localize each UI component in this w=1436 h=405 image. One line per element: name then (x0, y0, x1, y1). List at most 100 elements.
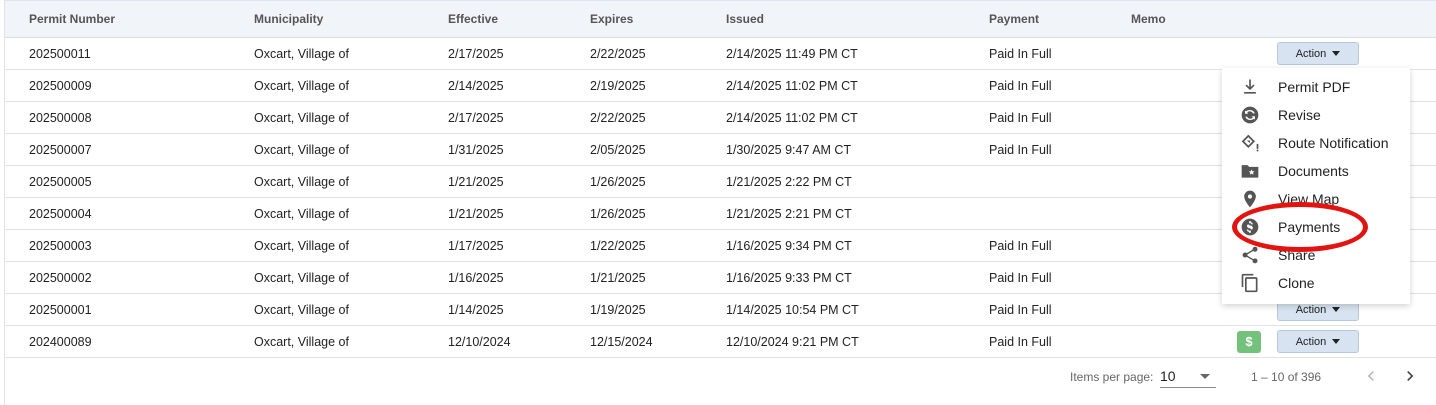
caret-down-icon (1332, 51, 1341, 56)
menu-item-label: Share (1278, 247, 1316, 263)
cell-municipality: Oxcart, Village of (230, 101, 424, 134)
payment-badge-icon[interactable]: $ (1237, 330, 1261, 353)
cell-permit-number: 202500002 (5, 261, 230, 294)
menu-item-revise[interactable]: Revise (1222, 101, 1410, 129)
menu-item-route-notification[interactable]: Route Notification (1222, 129, 1410, 157)
cell-municipality: Oxcart, Village of (230, 261, 424, 294)
cell-expires: 12/15/2024 (566, 325, 702, 358)
cell-expires: 1/22/2025 (566, 229, 702, 262)
header-permit-number[interactable]: Permit Number (5, 0, 230, 38)
cell-issued: 1/30/2025 9:47 AM CT (702, 133, 965, 166)
cell-municipality: Oxcart, Village of (230, 229, 424, 262)
cell-status-icon (1217, 37, 1277, 70)
cell-effective: 2/17/2025 (424, 37, 566, 70)
cell-issued: 12/10/2024 9:21 PM CT (702, 325, 965, 358)
action-button[interactable]: Action (1277, 330, 1359, 353)
cell-expires: 2/22/2025 (566, 101, 702, 134)
share-icon (1240, 245, 1260, 265)
cell-municipality: Oxcart, Village of (230, 165, 424, 198)
chevron-left-icon (1367, 371, 1374, 381)
menu-item-clone[interactable]: Clone (1222, 269, 1410, 297)
menu-item-documents[interactable]: Documents (1222, 157, 1410, 185)
cell-effective: 1/31/2025 (424, 133, 566, 166)
cell-expires: 1/26/2025 (566, 197, 702, 230)
cell-permit-number: 202500003 (5, 229, 230, 262)
chevron-right-icon (1407, 371, 1414, 381)
cell-effective: 1/21/2025 (424, 197, 566, 230)
cell-issued: 1/14/2025 10:54 PM CT (702, 293, 965, 326)
cell-payment: Paid In Full (965, 101, 1107, 134)
cell-memo (1107, 197, 1217, 230)
header-action-col (1277, 0, 1436, 38)
cell-expires: 2/05/2025 (566, 133, 702, 166)
cell-expires: 1/19/2025 (566, 293, 702, 326)
action-button-label: Action (1295, 303, 1327, 316)
cell-effective: 2/14/2025 (424, 69, 566, 102)
page-size-value: 10 (1160, 368, 1176, 384)
cell-municipality: Oxcart, Village of (230, 37, 424, 70)
cell-payment (965, 197, 1107, 230)
header-expires[interactable]: Expires (566, 0, 702, 38)
cell-expires: 1/26/2025 (566, 165, 702, 198)
cell-issued: 1/16/2025 9:34 PM CT (702, 229, 965, 262)
action-menu: Permit PDF Revise Route Notification Doc… (1222, 68, 1410, 304)
cell-issued: 2/14/2025 11:49 PM CT (702, 37, 965, 70)
caret-down-icon (1332, 339, 1341, 344)
cell-payment: Paid In Full (965, 261, 1107, 294)
cell-permit-number: 202400089 (5, 325, 230, 358)
route-notification-icon (1240, 133, 1260, 153)
header-icon-col (1217, 0, 1277, 38)
cell-memo (1107, 165, 1217, 198)
menu-item-permit-pdf[interactable]: Permit PDF (1222, 73, 1410, 101)
cell-effective: 1/21/2025 (424, 165, 566, 198)
menu-item-share[interactable]: Share (1222, 241, 1410, 269)
cell-permit-number: 202500011 (5, 37, 230, 70)
permit-list-page: Permit Number Municipality Effective Exp… (0, 0, 1436, 405)
cell-payment: Paid In Full (965, 229, 1107, 262)
items-per-page-label: Items per page: (1070, 370, 1154, 384)
header-effective[interactable]: Effective (424, 0, 566, 38)
header-issued[interactable]: Issued (702, 0, 965, 38)
cell-action: Action (1277, 37, 1436, 70)
cell-memo (1107, 133, 1217, 166)
cell-municipality: Oxcart, Village of (230, 133, 424, 166)
cell-memo (1107, 229, 1217, 262)
cell-memo (1107, 101, 1217, 134)
action-button[interactable]: Action (1277, 42, 1359, 65)
copy-icon (1240, 273, 1260, 293)
header-memo[interactable]: Memo (1107, 0, 1217, 38)
cell-expires: 2/19/2025 (566, 69, 702, 102)
cell-permit-number: 202500001 (5, 293, 230, 326)
cell-issued: 1/21/2025 2:22 PM CT (702, 165, 965, 198)
cell-effective: 2/17/2025 (424, 101, 566, 134)
cell-issued: 1/16/2025 9:33 PM CT (702, 261, 965, 294)
header-municipality[interactable]: Municipality (230, 0, 424, 38)
header-payment[interactable]: Payment (965, 0, 1107, 38)
action-button-label: Action (1295, 335, 1327, 348)
cell-payment: Paid In Full (965, 37, 1107, 70)
table-row[interactable]: 202400089 Oxcart, Village of 12/10/2024 12/… (5, 325, 1436, 358)
next-page-button[interactable] (1400, 366, 1420, 386)
cell-memo (1107, 69, 1217, 102)
cell-effective: 1/14/2025 (424, 293, 566, 326)
cell-expires: 2/22/2025 (566, 37, 702, 70)
cell-permit-number: 202500004 (5, 197, 230, 230)
previous-page-button[interactable] (1361, 366, 1381, 386)
download-icon (1240, 77, 1260, 97)
menu-item-label: Route Notification (1278, 135, 1389, 151)
cell-action: Action (1277, 325, 1436, 358)
cell-payment: Paid In Full (965, 69, 1107, 102)
cell-municipality: Oxcart, Village of (230, 69, 424, 102)
paginator: Items per page: 10 1 – 10 of 396 (5, 358, 1436, 398)
page-size-select[interactable]: 10 (1160, 365, 1216, 388)
menu-item-view-map[interactable]: View Map (1222, 185, 1410, 213)
cell-issued: 2/14/2025 11:02 PM CT (702, 69, 965, 102)
menu-item-label: Permit PDF (1278, 79, 1351, 95)
cell-payment: Paid In Full (965, 325, 1107, 358)
cell-expires: 1/21/2025 (566, 261, 702, 294)
cell-memo (1107, 293, 1217, 326)
cell-municipality: Oxcart, Village of (230, 293, 424, 326)
table-header-row: Permit Number Municipality Effective Exp… (5, 0, 1436, 38)
table-row[interactable]: 202500011 Oxcart, Village of 2/17/2025 2/22… (5, 37, 1436, 70)
menu-item-payments[interactable]: Payments (1222, 213, 1410, 241)
